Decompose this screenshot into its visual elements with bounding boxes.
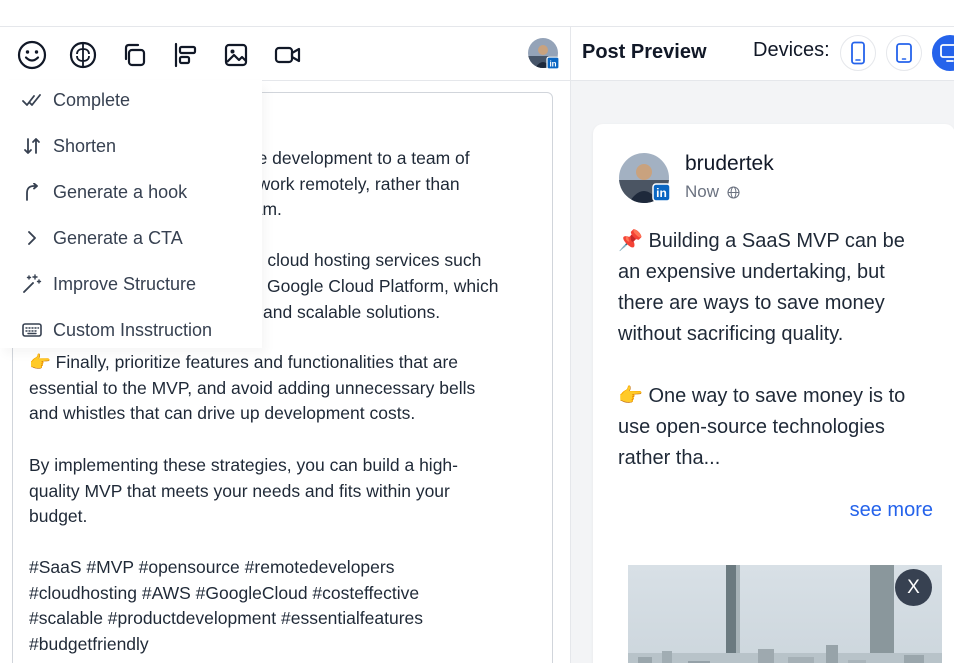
close-preview-button[interactable]: X <box>895 569 932 606</box>
ai-assistant-button[interactable] <box>67 39 99 71</box>
menu-item-generate-cta[interactable]: Generate a CTA <box>0 218 262 258</box>
emoji-button[interactable] <box>16 39 48 71</box>
device-desktop-button[interactable] <box>932 35 954 71</box>
globe-icon <box>727 185 740 199</box>
post-author-name[interactable]: brudertek <box>685 152 774 176</box>
copy-icon <box>124 43 146 67</box>
format-button[interactable] <box>169 39 201 71</box>
post-time-label: Now <box>685 182 720 201</box>
post-author-avatar[interactable]: in <box>618 152 671 204</box>
editor-hashtags: #SaaS #MVP #opensource #remotedevelopers… <box>29 557 424 654</box>
hook-arrow-icon <box>21 181 43 203</box>
menu-item-shorten[interactable]: Shorten <box>0 126 262 166</box>
editor-partial-line: Google Cloud Platform, which <box>267 276 499 296</box>
editor-partial-line: ng cloud hosting services such <box>243 250 482 270</box>
editor-partial-line: o work remotely, rather than <box>243 174 460 194</box>
devices-label: Devices: <box>753 39 830 61</box>
device-tablet-button[interactable] <box>886 35 922 71</box>
add-video-button[interactable] <box>272 39 304 71</box>
keyboard-icon <box>21 319 43 341</box>
video-icon <box>274 46 301 64</box>
editor-paragraph-closing: By implementing these strategies, you ca… <box>29 455 458 527</box>
post-body-text: 📌 Building a SaaS MVP can be an expensiv… <box>618 230 906 469</box>
device-phone-button[interactable] <box>840 35 876 71</box>
author-avatar[interactable]: in <box>528 38 560 70</box>
add-image-button[interactable] <box>220 39 252 71</box>
top-bar <box>0 0 954 27</box>
editor-toolbar: in <box>0 27 570 81</box>
double-check-icon <box>21 89 43 111</box>
desktop-icon <box>940 44 954 62</box>
menu-item-label: Complete <box>53 89 131 110</box>
chevron-right-icon <box>21 227 43 249</box>
image-icon <box>224 43 248 67</box>
menu-item-label: Improve Structure <box>53 273 197 294</box>
align-left-icon <box>174 42 197 68</box>
tablet-icon <box>896 43 912 63</box>
sort-arrows-icon <box>21 135 43 157</box>
menu-item-complete[interactable]: Complete <box>0 80 262 120</box>
menu-item-generate-hook[interactable]: Generate a hook <box>0 172 262 212</box>
menu-item-label: Generate a hook <box>53 181 188 202</box>
menu-item-label: Custom Insstruction <box>53 319 213 340</box>
see-more-link[interactable]: see more <box>850 499 933 522</box>
magic-wand-icon <box>21 273 43 295</box>
editor-partial-line: and scalable solutions. <box>263 302 441 322</box>
preview-pane: Post Preview Devices: in brudertek Now 📌… <box>570 27 954 663</box>
preview-header: Post Preview Devices: <box>571 27 954 81</box>
ai-actions-menu: Complete Shorten Generate a hook Generat… <box>0 80 262 348</box>
ai-brain-icon <box>69 41 97 69</box>
svg-text:in: in <box>656 186 667 200</box>
menu-item-label: Shorten <box>53 135 117 156</box>
emoji-icon <box>17 40 47 70</box>
menu-item-improve-structure[interactable]: Improve Structure <box>0 264 262 304</box>
menu-item-custom-instruction[interactable]: Custom Insstruction <box>0 310 262 350</box>
editor-partial-line: rce development to a team of <box>243 148 470 168</box>
menu-item-label: Generate a CTA <box>53 227 183 248</box>
post-timestamp: Now <box>685 182 740 202</box>
svg-text:in: in <box>549 60 556 69</box>
editor-paragraph-features: 👉 Finally, prioritize features and funct… <box>29 352 476 424</box>
editor-partial-line: eam. <box>243 199 282 219</box>
phone-icon <box>851 41 865 65</box>
copy-button[interactable] <box>118 39 150 71</box>
preview-title: Post Preview <box>582 41 707 63</box>
post-image <box>628 565 942 663</box>
